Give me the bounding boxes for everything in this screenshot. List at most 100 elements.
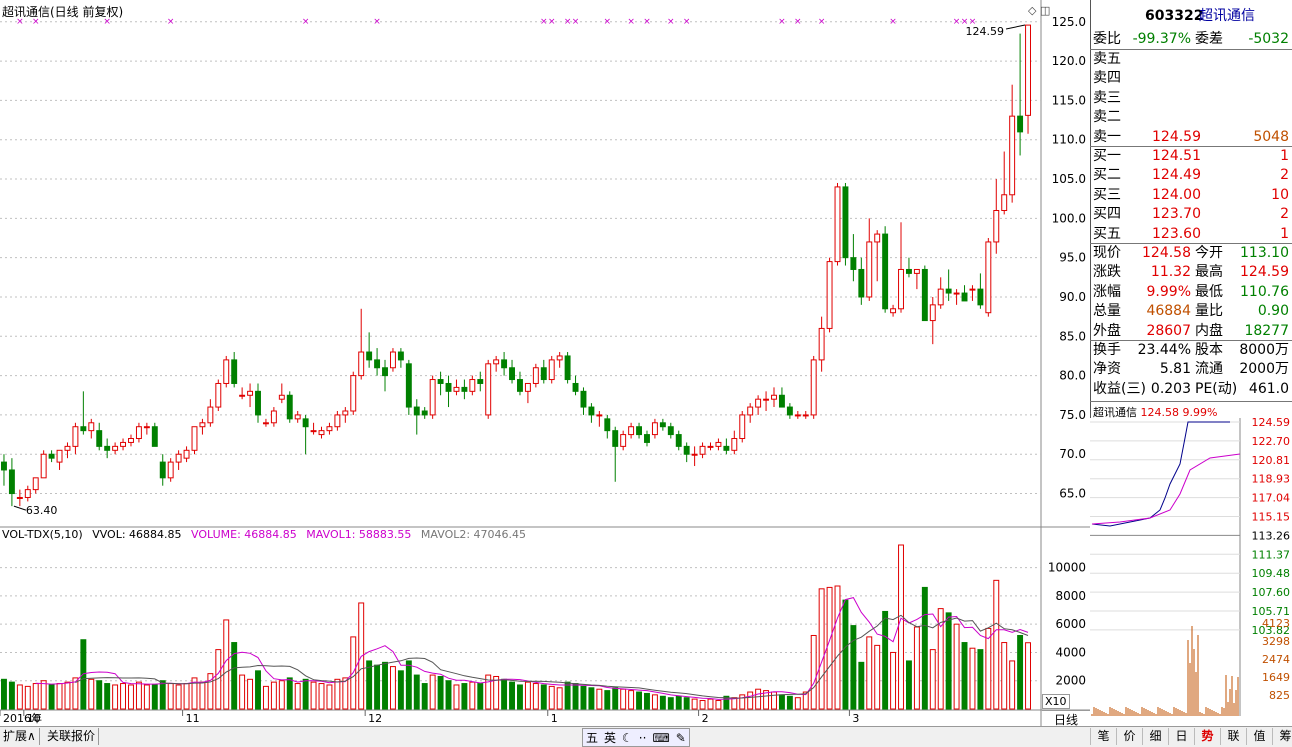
candle-body: [1025, 24, 1031, 116]
bottom-toolbar: 扩展∧ 关联报价 五 英 ☾ ·· ⌨ ✎ 笔价细日势联值筹: [0, 726, 1292, 747]
volume-bar: [366, 660, 373, 710]
panel-tab-6[interactable]: 值: [1246, 728, 1272, 745]
volume-bar: [96, 680, 103, 710]
volume-bar: [747, 691, 754, 710]
volume-bar: [231, 642, 238, 710]
volume-bar: [135, 681, 142, 710]
candle-body: [302, 418, 309, 428]
stat-label: 最低: [1195, 283, 1223, 300]
candle-body: [112, 445, 119, 451]
volume-bar: [175, 684, 182, 710]
panel-tab-2[interactable]: 细: [1142, 728, 1168, 745]
ime-moon-icon[interactable]: ☾: [619, 731, 636, 745]
volume-bar: [691, 698, 698, 710]
price-tick-label: 120.0: [1052, 54, 1086, 68]
panel-tab-5[interactable]: 联: [1220, 728, 1246, 745]
candle-body: [1017, 115, 1024, 133]
ask-label: 卖三: [1093, 89, 1121, 106]
panel-tab-1[interactable]: 价: [1116, 728, 1142, 745]
intraday-price-tick: 111.37: [1252, 548, 1291, 561]
candle-body: [286, 394, 293, 420]
vol-indicator-name[interactable]: VOL-TDX(5,10): [2, 528, 83, 541]
fund-value: 0.203: [1150, 380, 1191, 397]
mavol2-value: MAVOL2: 47046.45: [420, 528, 527, 541]
candle-body: [453, 386, 460, 392]
ask-price: 124.59: [1152, 128, 1201, 145]
event-marker-icon: ×: [818, 17, 826, 27]
volume-bar: [405, 660, 412, 710]
volume-bar: [318, 683, 325, 710]
related-quote-tab[interactable]: 关联报价: [44, 728, 100, 745]
price-tick-label: 110.0: [1052, 133, 1086, 147]
candle-body: [32, 477, 39, 491]
volume-bar: [397, 670, 404, 710]
candle-body: [469, 379, 476, 392]
candle-body: [564, 355, 571, 381]
candle-body: [151, 426, 158, 447]
stat-row: 涨幅 9.99% 最低 110.76: [1093, 283, 1291, 302]
ime-keyboard-icon[interactable]: ⌨: [649, 731, 672, 745]
volume-bar: [644, 692, 650, 710]
period-label[interactable]: 日线: [1042, 710, 1090, 727]
candle-body: [318, 430, 325, 436]
expand-button[interactable]: 扩展∧: [0, 728, 40, 745]
ime-tools-icon[interactable]: ✎: [673, 731, 689, 745]
volume-bar: [850, 625, 857, 710]
volume-bar: [8, 681, 15, 710]
zoom-x10-button[interactable]: X10: [1042, 694, 1070, 709]
candle-body: [493, 359, 500, 365]
fundamental-row: 换手 23.44% 股本 8000万: [1093, 341, 1291, 360]
candle-body: [382, 367, 388, 377]
panel-tab-4[interactable]: 势: [1194, 728, 1220, 745]
month-label: 10: [27, 712, 41, 725]
candle-body: [374, 359, 381, 369]
candle-body: [1009, 115, 1016, 196]
ime-punct-icon[interactable]: ··: [636, 731, 650, 745]
panel-tab-0[interactable]: 笔: [1090, 728, 1116, 745]
kline-chart[interactable]: × × × × × × × × × × × × × × × × × × × × × × 125.0120.0115.011…: [0, 0, 1090, 726]
window-buttons[interactable]: ◇ ◫: [1028, 4, 1050, 17]
event-marker-icon: ×: [889, 17, 897, 27]
candle-body: [961, 292, 968, 302]
event-marker-icon: ×: [953, 17, 961, 27]
panel-tab-7[interactable]: 筹: [1272, 728, 1292, 745]
high-annotation: 124.59: [966, 25, 1005, 38]
ime-english-icon[interactable]: 英: [601, 729, 619, 746]
candle-body: [739, 414, 746, 440]
candle-body: [651, 422, 658, 436]
intraday-chart[interactable]: 124.59 122.70 120.81 118.93 117.04 115.15 113.…: [1090, 418, 1292, 726]
candle-body: [548, 359, 555, 381]
volume-bar: [651, 694, 658, 710]
candle-body: [636, 426, 643, 436]
volume-bar: [913, 626, 920, 710]
candle-body: [866, 241, 873, 298]
candle-body: [80, 426, 87, 432]
bid-row: 买五 123.60 1: [1093, 225, 1291, 244]
volume-bar: [794, 697, 801, 710]
ime-wubi-icon[interactable]: 五: [583, 729, 601, 746]
weicha-label: 委差: [1195, 31, 1223, 47]
panel-tab-3[interactable]: 日: [1168, 728, 1194, 745]
candle-body: [278, 394, 285, 400]
volume-bar: [524, 681, 531, 710]
fund-value: 461.0: [1248, 380, 1289, 397]
volume-bar: [604, 690, 611, 710]
intraday-price-tick: 107.60: [1252, 586, 1291, 599]
month-label: 1: [551, 712, 558, 725]
volume-bar: [461, 683, 468, 710]
candle-body: [810, 359, 817, 416]
stat-label: 涨幅: [1093, 283, 1121, 300]
volume-bar: [580, 685, 587, 710]
volume-bar: [56, 683, 63, 710]
candle-body: [40, 453, 47, 479]
candle-body: [24, 489, 31, 498]
weibi-value: -99.37%: [1132, 31, 1191, 47]
candle-body: [183, 449, 190, 459]
price-tick-label: 80.0: [1059, 369, 1086, 383]
ask-row: 卖五: [1093, 50, 1291, 69]
volume-tick-label: 4000: [1055, 645, 1086, 659]
ime-toolbar[interactable]: 五 英 ☾ ·· ⌨ ✎: [582, 728, 690, 747]
volume-bar: [32, 683, 39, 710]
event-marker-icon: ×: [643, 17, 651, 27]
candle-body: [159, 461, 166, 479]
